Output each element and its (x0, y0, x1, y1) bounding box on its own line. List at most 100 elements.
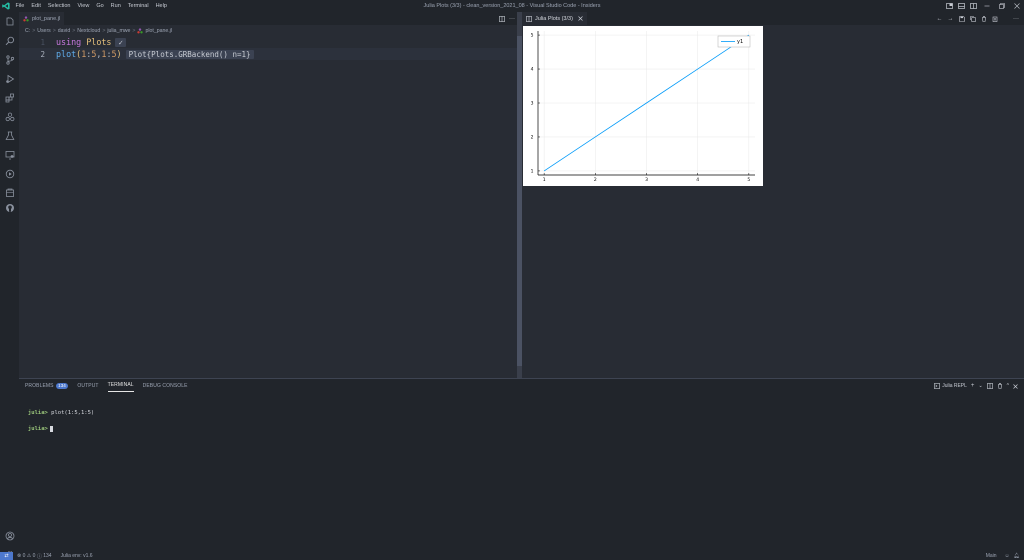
terminal-output[interactable]: julia> plot(1:5,1:5) julia> (28, 409, 94, 433)
search-icon[interactable] (3, 34, 16, 47)
copy-plot-icon[interactable] (967, 12, 978, 25)
activity-bar (0, 12, 19, 559)
breadcrumb-drive[interactable]: C: (25, 28, 30, 34)
plot-preview-icon (526, 15, 532, 22)
tab-julia-plots[interactable]: Julia Plots (3/3) (522, 12, 587, 25)
github-icon[interactable] (3, 201, 16, 214)
menu-edit[interactable]: Edit (28, 0, 44, 12)
paren-token: ) (116, 49, 122, 59)
close-tab-icon[interactable] (578, 16, 583, 21)
plot-tabs-bar: Julia Plots (3/3) ← → ··· (522, 12, 1024, 25)
menu-help[interactable]: Help (152, 0, 170, 12)
play-circle-icon[interactable] (3, 167, 16, 180)
split-editor-icon[interactable] (497, 15, 507, 22)
breadcrumb-david[interactable]: david (58, 28, 70, 34)
x-tick-label: 1 (543, 177, 546, 183)
kill-terminal-icon[interactable] (995, 379, 1005, 393)
x-tick-label: 3 (645, 177, 648, 183)
breadcrumb-nextcloud[interactable]: Nextcloud (77, 28, 100, 34)
close-window-icon[interactable] (1009, 0, 1024, 12)
julia-file-icon (137, 27, 144, 33)
feedback-icon[interactable]: ☺ (1005, 553, 1010, 559)
julia-icon[interactable] (3, 110, 16, 123)
terminal-select[interactable]: Julia REPL (932, 379, 969, 393)
julia-file-icon (23, 15, 29, 21)
terminal-name: Julia REPL (942, 383, 967, 389)
y-tick-label: 2 (531, 135, 534, 141)
tab-label: Julia Plots (3/3) (535, 15, 573, 22)
menu-selection[interactable]: Selection (44, 0, 74, 12)
tab-label: PROBLEMS (25, 383, 54, 389)
clipboard-icon[interactable] (3, 186, 16, 199)
menu-file[interactable]: File (12, 0, 28, 12)
extensions-icon[interactable] (3, 91, 16, 104)
tab-output[interactable]: OUTPUT (77, 379, 98, 393)
y-tick-label: 3 (531, 101, 534, 107)
testing-icon[interactable] (3, 129, 16, 142)
more-actions-icon[interactable]: ··· (507, 16, 517, 22)
warning-icon: ⚠ (26, 553, 32, 559)
toggle-panel-icon[interactable] (955, 0, 967, 12)
save-plot-icon[interactable] (956, 12, 967, 25)
split-terminal-icon[interactable] (985, 379, 995, 393)
status-right: Main ☺ 🔔︎ (986, 552, 1024, 560)
line-chart: 1 2 3 4 5 1 2 3 4 5 y1 (531, 31, 755, 183)
function-token: plot (56, 49, 77, 59)
legend-label: y1 (737, 39, 743, 45)
run-debug-icon[interactable] (3, 72, 16, 85)
breadcrumb-julia-mwe[interactable]: julia_mwe (107, 28, 130, 34)
plot-pane-group: Julia Plots (3/3) ← → ··· 1 2 3 4 5 1 2 … (522, 12, 1024, 378)
x-tick-label: 4 (696, 177, 699, 183)
x-tick-label: 5 (747, 177, 750, 183)
x-tick-label: 2 (594, 177, 597, 183)
chevron-down-icon[interactable]: ⌄ (976, 379, 984, 393)
remote-indicator-icon[interactable]: ⇄ (0, 552, 13, 560)
y-tick-label: 4 (531, 67, 534, 73)
explorer-icon[interactable] (3, 15, 16, 28)
y-tick-label: 5 (531, 33, 534, 39)
inline-result-plot[interactable]: Plot{Plots.GRBackend() n=1} (125, 49, 254, 59)
status-bar: ⇄ ⊗ 0 ⚠ 0 ⓘ 134 Julia env: v1.6 Main ☺ 🔔… (0, 552, 1024, 560)
plot-actions: ← → (934, 12, 1000, 25)
julia-module-status[interactable]: Main (986, 553, 997, 559)
terminal-line: julia> plot(1:5,1:5) (28, 409, 94, 417)
repl-prompt: julia> (28, 410, 48, 416)
tab-plot-pane-jl[interactable]: plot_pane.jl (19, 12, 65, 25)
menu-view[interactable]: View (74, 0, 93, 12)
remote-explorer-icon[interactable] (3, 148, 16, 161)
customize-layout-icon[interactable] (967, 0, 979, 12)
julia-env-status[interactable]: Julia env: v1.6 (61, 553, 93, 559)
inline-result-check[interactable]: ✓ (115, 37, 126, 47)
problems-status[interactable]: ⊗ 0 ⚠ 0 ⓘ 134 (17, 553, 52, 560)
tab-debug-console[interactable]: DEBUG CONSOLE (143, 379, 188, 393)
line-number: 1 (40, 37, 45, 47)
restore-icon[interactable] (994, 0, 1009, 12)
menu-terminal[interactable]: Terminal (124, 0, 152, 12)
accounts-icon[interactable] (3, 529, 16, 542)
close-panel-icon[interactable] (1011, 379, 1020, 393)
code-line: 1 using Plots ✓ (19, 36, 517, 48)
menu-run[interactable]: Run (107, 0, 124, 12)
more-actions-icon[interactable]: ··· (1010, 16, 1022, 22)
title-bar: File Edit Selection View Go Run Terminal… (0, 0, 1024, 12)
notifications-bell-icon[interactable]: 🔔︎ (1014, 553, 1020, 559)
next-plot-icon[interactable]: → (945, 12, 956, 25)
repl-prompt: julia> (28, 426, 48, 432)
delete-all-plots-icon[interactable] (989, 12, 1000, 25)
new-terminal-icon[interactable]: + (969, 379, 977, 393)
breadcrumb-users[interactable]: Users (37, 28, 51, 34)
line-number: 2 (40, 49, 45, 59)
menu-go[interactable]: Go (93, 0, 107, 12)
source-control-icon[interactable] (3, 53, 16, 66)
breadcrumb-file[interactable]: plot_pane.jl (145, 28, 172, 34)
toggle-layout-icon[interactable] (943, 0, 955, 12)
terminal-cursor (49, 425, 53, 432)
tab-terminal[interactable]: TERMINAL (107, 380, 134, 392)
plot-image: 1 2 3 4 5 1 2 3 4 5 y1 (523, 26, 763, 186)
code-editor[interactable]: 1 using Plots ✓ 2 plot(1:5, 1:5) Plot{Plo… (19, 36, 517, 378)
tab-problems[interactable]: PROBLEMS 134 (25, 379, 69, 393)
minimize-icon[interactable] (979, 0, 994, 12)
bottom-panel: PROBLEMS 134 OUTPUT TERMINAL DEBUG CONSO… (19, 378, 1024, 552)
previous-plot-icon[interactable]: ← (934, 12, 945, 25)
delete-plot-icon[interactable] (978, 12, 989, 25)
